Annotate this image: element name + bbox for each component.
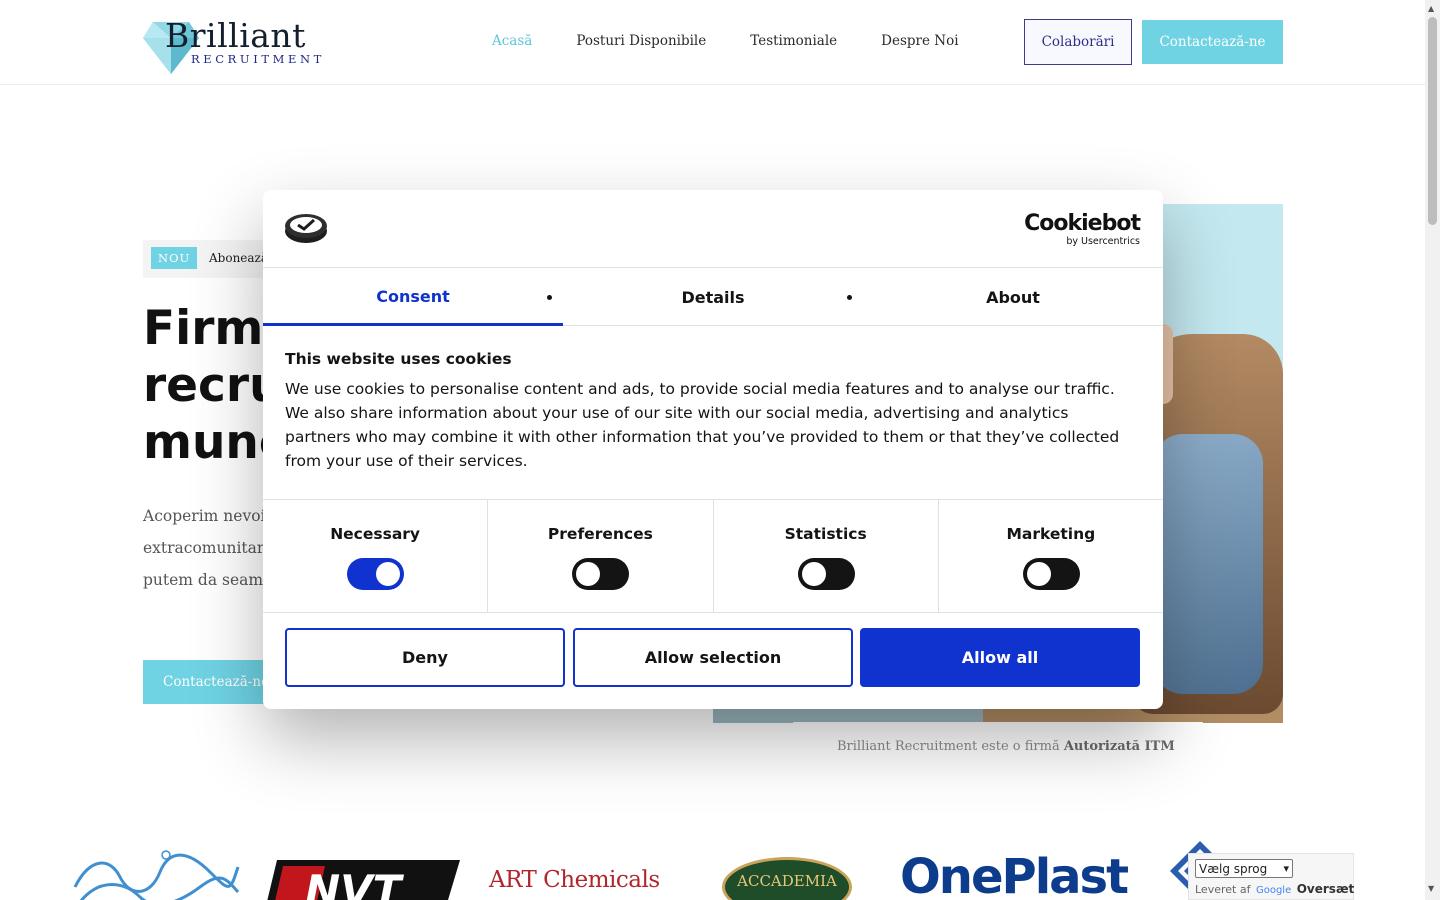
itm-caption: Brilliant Recruitment este o firmă Autor… [837,739,1175,754]
nav-item-posturi[interactable]: Posturi Disponibile [576,33,706,49]
nav-item-despre[interactable]: Despre Noi [881,33,958,49]
tab-details[interactable]: Details [563,269,863,326]
scroll-up-arrow-icon[interactable]: ▲ [1428,4,1434,13]
hero-image-person-jacket [1153,434,1263,694]
translate-link[interactable]: Oversæt [1297,882,1355,896]
category-label: Preferences [547,525,653,543]
client-logo-accademia: ACCADEMIA [722,857,852,900]
nvt-logo-text: NVT [305,866,405,900]
google-translate-widget: Vælg sprog ▾ Leveret af Google Oversæt [1188,853,1354,900]
toggle-knob [376,562,401,586]
google-logo: Google [1255,885,1292,896]
new-badge: NOU [151,247,198,269]
page-scrollbar[interactable]: ▲ ▼ [1425,0,1440,900]
tab-consent[interactable]: Consent [263,269,563,326]
allow-all-button[interactable]: Allow all [860,628,1140,687]
chevron-down-icon: ▾ [1283,862,1289,875]
cookie-tabs: Consent Details About [263,269,1163,326]
deny-button[interactable]: Deny [285,628,565,687]
cookiebot-subtitle: by Usercentrics [1066,236,1140,247]
category-statistics: Statistics [714,500,939,612]
cookie-site-logo-icon [285,214,327,243]
cookie-description: We use cookies to personalise content an… [285,380,1120,470]
allow-selection-button[interactable]: Allow selection [573,628,853,687]
tab-separator-dot [847,295,852,300]
main-nav: Acasă Posturi Disponibile Testimoniale D… [492,33,1003,49]
category-label: Necessary [330,525,421,543]
site-logo[interactable]: Brilliant RECRUITMENT [143,16,343,76]
subscribe-text: Abonează [209,251,269,265]
caption-text: Brilliant Recruitment este o firmă [837,739,1064,754]
toggle-knob [1026,562,1051,586]
category-necessary: Necessary [263,500,489,612]
caption-bold: Autorizată ITM [1063,739,1175,754]
tab-about[interactable]: About [863,269,1163,326]
language-select-value: Vælg sprog [1199,861,1268,876]
toggle-knob [801,562,826,586]
translate-powered-by: Leveret af Google Oversæt [1195,882,1354,896]
tab-separator-dot [547,295,552,300]
necessary-toggle[interactable] [347,558,405,590]
cookiebot-brand[interactable]: Cookiebot by Usercentrics [1024,211,1141,248]
client-logo-nvt: NVT [267,860,460,900]
header-contact-button[interactable]: Contactează-ne [1142,20,1283,64]
client-logo-oneplast: OnePlast [900,849,1129,900]
category-label: Statistics [784,525,867,543]
category-preferences: Preferences [488,500,714,612]
powered-by-text: Leveret af [1195,883,1251,896]
language-select[interactable]: Vælg sprog ▾ [1195,859,1293,878]
preferences-toggle[interactable] [572,558,630,590]
scroll-down-arrow-icon[interactable]: ▼ [1428,884,1434,893]
marketing-toggle[interactable] [1022,558,1080,590]
cookie-dialog-header: Cookiebot by Usercentrics [263,190,1163,268]
client-logo-art-chemicals: ART Chemicals [489,867,660,893]
category-label: Marketing [1006,525,1096,543]
cookie-consent-dialog: Cookiebot by Usercentrics Consent Detail… [263,190,1163,709]
statistics-toggle[interactable] [797,558,855,590]
scrollbar-thumb[interactable] [1428,17,1437,225]
category-marketing: Marketing [939,500,1163,612]
cookie-heading: This website uses cookies [285,350,512,368]
logo-wordmark: Brilliant [165,16,306,55]
cookie-body: This website uses cookies We use cookies… [285,350,1135,473]
logo-subtitle: RECRUITMENT [191,52,325,66]
cookiebot-wordmark: Cookiebot [1024,211,1141,236]
site-header: Brilliant RECRUITMENT Acasă Posturi Disp… [0,0,1425,85]
cookie-categories: Necessary Preferences Statistics Marketi… [263,499,1163,613]
toggle-knob [576,562,601,586]
nav-item-testimoniale[interactable]: Testimoniale [750,33,837,49]
collaborations-button[interactable]: Colaborări [1024,19,1132,65]
client-logo-swirl [73,850,240,900]
nav-item-acasa[interactable]: Acasă [492,33,532,49]
